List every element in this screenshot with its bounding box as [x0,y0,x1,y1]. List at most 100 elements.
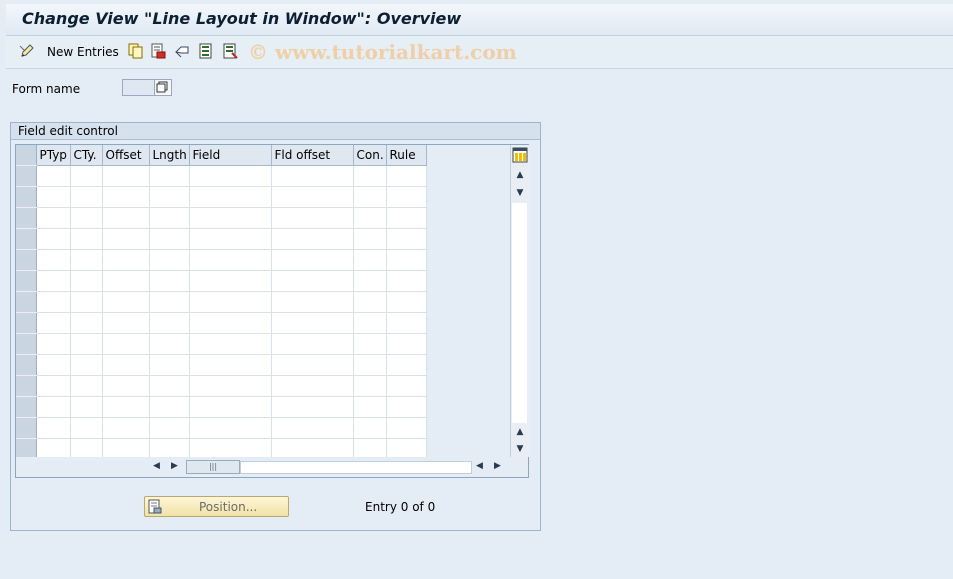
scroll-up-icon[interactable]: ▲ [511,170,529,180]
table-cell[interactable] [70,354,103,376]
table-cell[interactable] [189,417,272,439]
table-cell[interactable] [189,207,272,229]
table-cell[interactable] [189,333,272,355]
table-cell[interactable] [353,165,387,187]
table-cell[interactable] [70,228,103,250]
table-cell[interactable] [36,312,71,334]
table-cell[interactable] [386,186,427,208]
horizontal-scrollbar[interactable]: ◀ ▶ ||| ◀ ▶ [16,457,528,477]
vertical-scroll-track[interactable] [512,203,527,423]
table-cell[interactable] [271,249,354,271]
row-selector[interactable] [16,270,37,292]
row-selector[interactable] [16,417,37,439]
table-cell[interactable] [271,312,354,334]
table-cell[interactable] [189,375,272,397]
table-cell[interactable] [149,270,190,292]
table-cell[interactable] [102,207,150,229]
table-cell[interactable] [353,396,387,418]
table-cell[interactable] [70,270,103,292]
table-settings-icon[interactable] [512,147,528,163]
row-selector[interactable] [16,333,37,355]
new-entries-button[interactable]: New Entries [47,45,119,59]
table-cell[interactable] [386,165,427,187]
table-cell[interactable] [353,438,387,460]
table-cell[interactable] [36,438,71,460]
select-block-icon[interactable] [222,43,238,59]
table-cell[interactable] [102,228,150,250]
table-cell[interactable] [353,333,387,355]
scroll-left-icon[interactable]: ◀ [153,461,160,471]
table-cell[interactable] [353,249,387,271]
delete-icon[interactable] [150,43,166,59]
row-selector[interactable] [16,291,37,313]
column-header[interactable]: Field [189,145,272,166]
table-cell[interactable] [189,291,272,313]
table-cell[interactable] [36,375,71,397]
row-selector[interactable] [16,396,37,418]
table-cell[interactable] [102,186,150,208]
table-cell[interactable] [386,270,427,292]
table-cell[interactable] [36,165,71,187]
table-cell[interactable] [149,291,190,313]
table-cell[interactable] [189,270,272,292]
table-cell[interactable] [353,228,387,250]
table-cell[interactable] [70,312,103,334]
table-cell[interactable] [36,396,71,418]
row-selector[interactable] [16,312,37,334]
table-cell[interactable] [386,207,427,229]
table-cell[interactable] [386,249,427,271]
table-cell[interactable] [102,354,150,376]
scroll-page-up-icon[interactable]: ▲ [511,427,529,437]
table-cell[interactable] [271,333,354,355]
position-button[interactable]: Position... [144,496,289,517]
table-cell[interactable] [70,165,103,187]
column-header[interactable]: Fld offset [271,145,354,166]
table-cell[interactable] [386,228,427,250]
table-cell[interactable] [149,207,190,229]
undo-change-icon[interactable] [174,43,190,59]
table-cell[interactable] [189,396,272,418]
table-cell[interactable] [271,396,354,418]
table-cell[interactable] [149,165,190,187]
table-cell[interactable] [149,333,190,355]
table-cell[interactable] [36,291,71,313]
form-name-value-help-button[interactable] [154,79,172,96]
table-cell[interactable] [102,165,150,187]
table-cell[interactable] [70,396,103,418]
table-cell[interactable] [353,270,387,292]
table-cell[interactable] [271,186,354,208]
row-selector[interactable] [16,375,37,397]
table-cell[interactable] [149,228,190,250]
table-cell[interactable] [189,354,272,376]
select-all-icon[interactable] [198,43,214,59]
table-cell[interactable] [189,165,272,187]
column-header[interactable]: CTy. [70,145,103,166]
table-cell[interactable] [386,291,427,313]
table-cell[interactable] [271,375,354,397]
row-selector[interactable] [16,165,37,187]
table-cell[interactable] [149,396,190,418]
table-cell[interactable] [102,312,150,334]
table-cell[interactable] [102,270,150,292]
scroll-page-down-icon[interactable]: ▼ [511,188,529,198]
table-cell[interactable] [36,207,71,229]
vertical-scrollbar[interactable]: ▲ ▼ ▲ ▼ [510,145,529,457]
table-cell[interactable] [149,438,190,460]
scroll-right-icon[interactable]: ▶ [171,461,178,471]
form-name-input[interactable] [122,79,154,96]
table-cell[interactable] [189,249,272,271]
table-cell[interactable] [386,354,427,376]
row-selector[interactable] [16,207,37,229]
scroll-right-end-icon[interactable]: ▶ [494,461,501,471]
table-cell[interactable] [70,207,103,229]
table-cell[interactable] [70,291,103,313]
scroll-down-icon[interactable]: ▼ [511,444,529,454]
table-cell[interactable] [189,186,272,208]
table-cell[interactable] [149,312,190,334]
table-cell[interactable] [386,417,427,439]
table-cell[interactable] [386,312,427,334]
table-cell[interactable] [102,396,150,418]
table-cell[interactable] [353,375,387,397]
table-cell[interactable] [353,354,387,376]
table-cell[interactable] [353,186,387,208]
